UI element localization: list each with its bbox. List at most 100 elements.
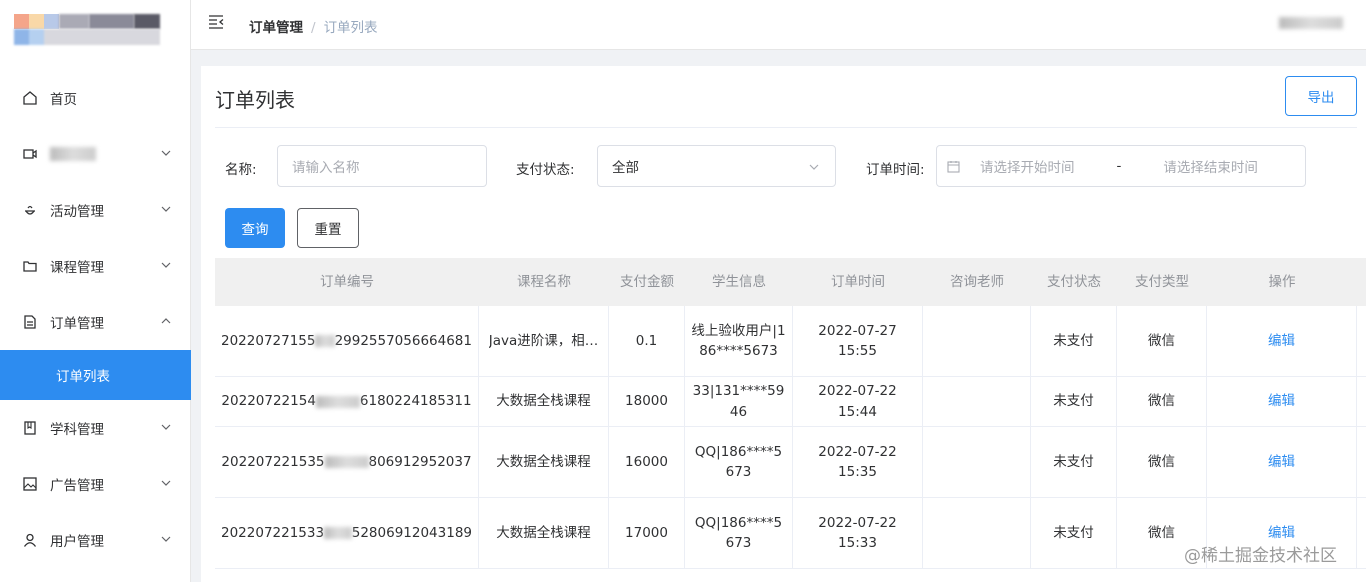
export-button[interactable]: 导出 bbox=[1285, 76, 1357, 116]
sidebar-item-label: 订单列表 bbox=[56, 369, 110, 385]
order-id-prefix: 202207221533 bbox=[221, 524, 325, 541]
order-id-suffix: 2992557056664681 bbox=[334, 332, 472, 349]
sidebar-item-user[interactable]: 用户管理 bbox=[0, 512, 191, 568]
sidebar-item-label: 活动管理 bbox=[50, 204, 104, 220]
edit-link-text[interactable]: 编辑 bbox=[1268, 452, 1295, 472]
reset-button[interactable]: 重置 bbox=[297, 208, 359, 248]
edit-link[interactable]: 编辑 bbox=[1207, 306, 1357, 376]
order-table: 订单编号 课程名称 支付金额 学生信息 订单时间 咨询老师 支付状态 支付类型 … bbox=[215, 258, 1366, 569]
order-time-cell: 2022-07-22 15:44 bbox=[793, 377, 923, 426]
edit-link[interactable]: 编辑 bbox=[1207, 377, 1357, 426]
title-divider bbox=[215, 127, 1357, 128]
name-input[interactable]: 请输入名称 bbox=[277, 145, 487, 187]
page-title: 订单列表 bbox=[215, 88, 295, 112]
course-name-cell: 大数据全栈课程 bbox=[479, 427, 609, 497]
table-row: 202207221535 806912952037 大数据全栈课程 16000 QQ|1… bbox=[215, 427, 1366, 498]
pay-status-cell-text: 未支付 bbox=[1053, 524, 1094, 541]
col-header: 支付金额 bbox=[620, 273, 674, 290]
col-header: 订单编号 bbox=[320, 273, 374, 290]
redacted-mask bbox=[315, 395, 360, 408]
order-time-cell-text: 2022-07-27 15:55 bbox=[818, 322, 897, 359]
col-header: 咨询老师 bbox=[950, 273, 1004, 290]
time-label: 订单时间: bbox=[866, 162, 925, 178]
home-icon bbox=[22, 90, 38, 106]
top-header: 订单管理 / 订单列表 bbox=[191, 0, 1366, 50]
status-select-value: 全部 bbox=[612, 160, 639, 176]
edit-link-text[interactable]: 编辑 bbox=[1268, 391, 1295, 411]
amount-cell: 18000 bbox=[609, 377, 685, 426]
student-info-cell: 线上验收用户|186****5673 bbox=[685, 306, 793, 376]
order-id-cell: 20220727155 2992557056664681 bbox=[215, 306, 479, 376]
student-info-cell-text: QQ|186****5673 bbox=[694, 514, 783, 551]
amount-cell-text: 17000 bbox=[625, 524, 668, 541]
chevron-down-icon bbox=[161, 480, 171, 486]
sidebar-item-order-list[interactable]: 订单列表 bbox=[0, 350, 191, 400]
order-time-cell: 2022-07-27 15:55 bbox=[793, 306, 923, 376]
order-id-suffix: 806912952037 bbox=[368, 453, 472, 470]
teacher-cell bbox=[923, 306, 1031, 376]
pay-status-cell: 未支付 bbox=[1031, 377, 1117, 426]
pay-status-cell-text: 未支付 bbox=[1053, 453, 1094, 470]
start-time-input[interactable]: 请选择开始时间 bbox=[980, 156, 1075, 176]
chevron-down-icon bbox=[809, 164, 819, 170]
order-id-prefix: 20220722154 bbox=[221, 393, 316, 410]
sidebar-item-label: 首页 bbox=[50, 92, 77, 108]
edit-link-text[interactable]: 编辑 bbox=[1268, 331, 1295, 351]
activity-icon bbox=[22, 202, 38, 218]
breadcrumb-separator: / bbox=[311, 20, 316, 36]
pay-type-cell: 微信 bbox=[1117, 306, 1207, 376]
order-id-prefix: 20220727155 bbox=[221, 332, 316, 349]
pay-type-cell-text: 微信 bbox=[1148, 332, 1175, 349]
col-header: 支付状态 bbox=[1047, 273, 1101, 290]
redacted-mask bbox=[315, 335, 335, 347]
calendar-icon bbox=[947, 160, 960, 173]
sidebar-item-order[interactable]: 订单管理 bbox=[0, 294, 191, 350]
col-header: 支付类型 bbox=[1135, 273, 1189, 290]
chevron-down-icon bbox=[161, 262, 171, 268]
order-id-cell: 202207221535 806912952037 bbox=[215, 427, 479, 497]
redacted-username[interactable] bbox=[1279, 17, 1343, 29]
course-name-cell-text: 大数据全栈课程 bbox=[496, 524, 591, 541]
query-button[interactable]: 查询 bbox=[225, 208, 285, 248]
end-time-input[interactable]: 请选择结束时间 bbox=[1163, 156, 1258, 176]
range-separator: - bbox=[1116, 158, 1122, 174]
sidebar-item-ads[interactable]: 广告管理 bbox=[0, 456, 191, 512]
order-time-cell: 2022-07-22 15:33 bbox=[793, 498, 923, 568]
sidebar: 首页 活动管理 课程管理 订单管理 订单列表 学科管理 广告管理 用户管理 bbox=[0, 0, 191, 582]
sidebar-item-redacted[interactable] bbox=[0, 126, 191, 182]
student-info-cell-text: QQ|186****5673 bbox=[694, 443, 783, 480]
menu-fold-icon[interactable] bbox=[208, 15, 224, 29]
student-info-cell-text: 33|131****5946 bbox=[692, 383, 785, 420]
redacted-mask bbox=[324, 456, 369, 468]
amount-cell-text: 18000 bbox=[625, 393, 668, 410]
notebook-icon bbox=[22, 420, 38, 436]
amount-cell-text: 16000 bbox=[625, 453, 668, 470]
course-name-cell-text: 大数据全栈课程 bbox=[496, 453, 591, 470]
teacher-cell bbox=[923, 377, 1031, 426]
chevron-down-icon bbox=[161, 206, 171, 212]
order-id-suffix: 52806912043189 bbox=[351, 524, 472, 541]
course-name-cell-text: Java进阶课，相… bbox=[488, 332, 599, 349]
table-header: 订单编号 课程名称 支付金额 学生信息 订单时间 咨询老师 支付状态 支付类型 … bbox=[215, 258, 1366, 306]
pay-type-cell-text: 微信 bbox=[1148, 393, 1175, 410]
edit-link[interactable]: 编辑 bbox=[1207, 427, 1357, 497]
order-id-cell: 20220722154 6180224185311 bbox=[215, 377, 479, 426]
table-row: 20220727155 2992557056664681 Java进阶课，相… 0.1… bbox=[215, 306, 1366, 377]
pay-type-cell-text: 微信 bbox=[1148, 524, 1175, 541]
date-range-picker[interactable]: 请选择开始时间 - 请选择结束时间 bbox=[936, 145, 1306, 187]
order-id-prefix: 202207221535 bbox=[221, 453, 325, 470]
chevron-down-icon bbox=[161, 150, 171, 156]
sidebar-item-course[interactable]: 课程管理 bbox=[0, 238, 191, 294]
sidebar-item-label: 课程管理 bbox=[50, 260, 104, 276]
sidebar-item-home[interactable]: 首页 bbox=[0, 70, 191, 126]
amount-cell: 16000 bbox=[609, 427, 685, 497]
redacted-mask bbox=[324, 527, 352, 539]
col-header: 操作 bbox=[1268, 273, 1296, 290]
breadcrumb-parent[interactable]: 订单管理 bbox=[249, 20, 303, 36]
student-info-cell: QQ|186****5673 bbox=[685, 427, 793, 497]
sidebar-item-subject[interactable]: 学科管理 bbox=[0, 400, 191, 456]
sidebar-item-activity[interactable]: 活动管理 bbox=[0, 182, 191, 238]
pay-status-cell-text: 未支付 bbox=[1053, 393, 1094, 410]
status-select[interactable]: 全部 bbox=[597, 145, 836, 187]
sidebar-item-label: 广告管理 bbox=[50, 478, 104, 494]
